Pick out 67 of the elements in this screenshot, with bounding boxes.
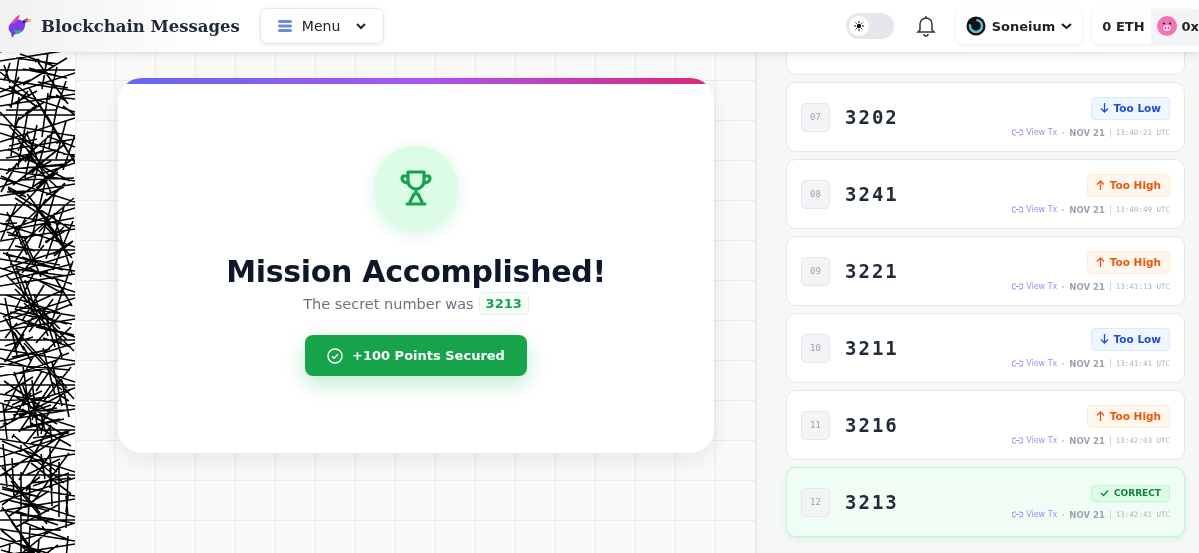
link-icon: [1012, 283, 1024, 290]
view-tx-link[interactable]: View Tx: [1012, 128, 1058, 137]
stack-icon: [277, 20, 292, 32]
balance-text: 0 ETH: [1102, 18, 1145, 34]
result-text: The secret number was: [303, 295, 474, 312]
points-button[interactable]: +100 Points Secured: [305, 335, 527, 376]
guess-date: NOV 21: [1069, 358, 1105, 369]
sun-icon: [853, 21, 864, 31]
up-arrow-icon: [1095, 257, 1105, 267]
bell-icon[interactable]: [915, 15, 936, 37]
menu-button[interactable]: Menu: [259, 8, 385, 44]
chevron-icon: [1061, 22, 1073, 30]
guess-index: 09: [801, 256, 830, 286]
link-icon: [1012, 511, 1024, 518]
view-tx-link[interactable]: View Tx: [1012, 282, 1058, 291]
pig-avatar-icon: [1156, 16, 1177, 36]
guess-date: NOV 21: [1069, 435, 1105, 446]
check-circle-icon: [327, 347, 344, 364]
separator-line: [1109, 436, 1111, 445]
guess-index: 11: [801, 410, 830, 440]
guess-date: NOV 21: [1069, 204, 1105, 215]
link-icon: [1012, 360, 1024, 367]
guess-number: 3241: [845, 183, 899, 205]
guess-number: 3211: [845, 337, 899, 359]
chevron-icon: [356, 22, 367, 30]
trophy-icon: [399, 169, 433, 207]
network-button[interactable]: Soneium: [955, 8, 1083, 44]
separator-line: [1109, 205, 1111, 214]
up-arrow-icon: [1095, 180, 1105, 190]
guess-index: 08: [801, 179, 830, 209]
link-icon: [1012, 129, 1024, 136]
link-icon: [1012, 437, 1024, 444]
result-badge: Too High: [1086, 173, 1170, 197]
check-icon: [1100, 489, 1109, 497]
guess-number: 3221: [845, 260, 899, 282]
down-arrow-icon: [1099, 103, 1109, 113]
separator-line: [1109, 282, 1111, 291]
app-title: Blockchain Messages: [41, 16, 240, 36]
view-tx-link[interactable]: View Tx: [1012, 359, 1058, 368]
guess-date: NOV 21: [1069, 127, 1105, 138]
view-tx-link[interactable]: View Tx: [1012, 510, 1058, 519]
network-logo-icon: [965, 16, 986, 36]
link-icon: [1012, 206, 1024, 213]
guess-number: 3213: [845, 491, 899, 513]
result-badge: Too Low: [1090, 96, 1170, 120]
view-tx-link[interactable]: View Tx: [1012, 436, 1058, 445]
result-badge: Too High: [1086, 250, 1170, 274]
separator-line: [1109, 128, 1111, 137]
separator-line: [1109, 359, 1111, 368]
guess-index: 12: [801, 487, 830, 517]
account-button[interactable]: 0x: [1150, 8, 1199, 44]
down-arrow-icon: [1099, 334, 1109, 344]
guess-date: NOV 21: [1069, 509, 1105, 520]
result-badge: CORRECT: [1091, 484, 1170, 502]
guess-number: 3202: [845, 106, 899, 128]
result-badge: Too Low: [1090, 327, 1170, 351]
up-arrow-icon: [1095, 411, 1105, 421]
guess-index: 10: [801, 333, 830, 363]
result-badge: Too High: [1086, 404, 1170, 428]
result-title: Mission Accomplished!: [226, 254, 606, 290]
guess-date: NOV 21: [1069, 281, 1105, 292]
theme-toggle[interactable]: [845, 13, 894, 39]
guess-index: 07: [801, 102, 830, 132]
separator-line: [1109, 510, 1111, 519]
guess-number: 3216: [845, 414, 899, 436]
view-tx-link[interactable]: View Tx: [1012, 205, 1058, 214]
secret-number: 3213: [478, 292, 529, 315]
